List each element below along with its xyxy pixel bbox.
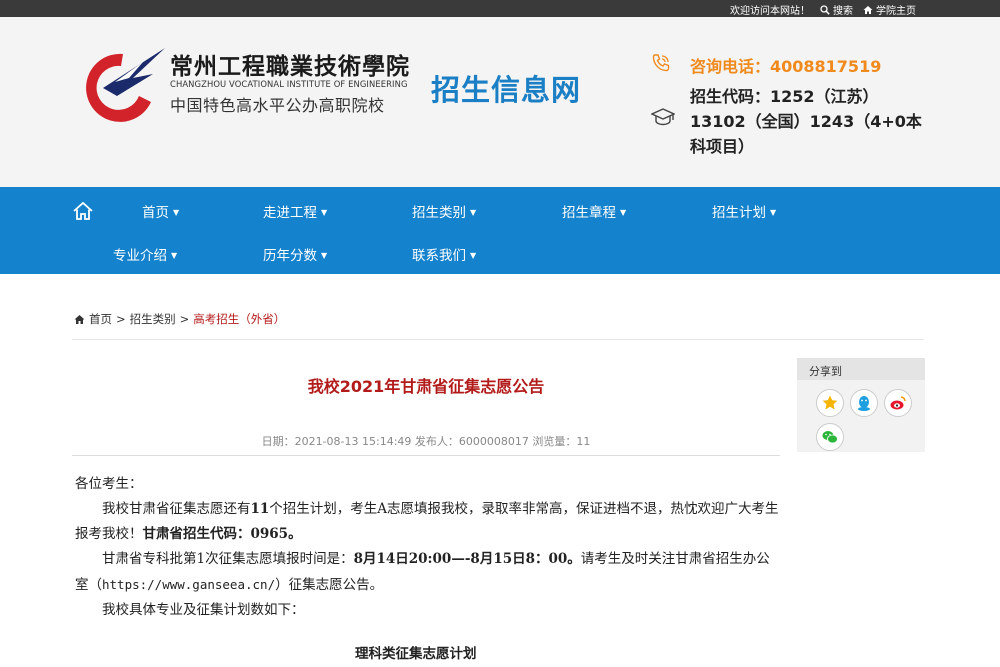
share-box: 分享到 bbox=[797, 358, 925, 452]
nav-item-majors[interactable]: 专业介绍 ▼ bbox=[113, 244, 177, 264]
paragraph-text: 我校甘肃省征集志愿还有 bbox=[102, 501, 251, 517]
main-nav: 首页 ▼ 走进工程 ▼ 招生类别 ▼ 招生章程 ▼ 招生计划 ▼ 专业介绍 ▼ … bbox=[0, 187, 1000, 274]
breadcrumb-admission-types[interactable]: 招生类别 bbox=[130, 311, 176, 327]
phone-icon bbox=[652, 54, 670, 72]
school-logo-icon[interactable] bbox=[73, 44, 168, 122]
nav-item-label: 首页 bbox=[142, 205, 169, 221]
qq-icon bbox=[858, 396, 870, 411]
chevron-down-icon: ▼ bbox=[171, 250, 178, 260]
share-header: 分享到 bbox=[797, 358, 925, 380]
application-time: 8月14日20:00—-8月15日8：00。 bbox=[353, 551, 581, 567]
paragraph-text: ）征集志愿公告。 bbox=[275, 577, 384, 593]
search-icon bbox=[820, 4, 830, 15]
school-home-link[interactable]: 学院主页 bbox=[863, 2, 916, 17]
search-link-label: 搜索 bbox=[833, 6, 853, 17]
breadcrumb-separator: > bbox=[116, 312, 126, 326]
breadcrumb-separator: > bbox=[179, 312, 190, 326]
breadcrumb-divider bbox=[72, 339, 924, 340]
article-paragraph-3: 我校具体专业及征集计划数如下： bbox=[102, 602, 305, 618]
nav-item-admission-rules[interactable]: 招生章程 ▼ bbox=[562, 201, 626, 221]
site-header: 常州工程職業技術學院 CHANGZHOU VOCATIONAL INSTITUT… bbox=[0, 17, 1000, 187]
article-meta-divider bbox=[72, 455, 780, 456]
nav-item-past-scores[interactable]: 历年分数 ▼ bbox=[263, 244, 327, 264]
nav-item-label: 专业介绍 bbox=[113, 248, 167, 264]
chevron-down-icon: ▼ bbox=[470, 250, 477, 260]
wechat-icon bbox=[822, 431, 838, 444]
nav-item-about[interactable]: 走进工程 ▼ bbox=[263, 201, 327, 221]
home-icon bbox=[863, 5, 873, 14]
nav-item-label: 联系我们 bbox=[412, 248, 466, 264]
chevron-down-icon: ▼ bbox=[470, 207, 477, 217]
top-utility-bar: 欢迎访问本网站！ 搜索 学院主页 bbox=[0, 0, 1000, 17]
nav-item-label: 走进工程 bbox=[263, 205, 317, 221]
nav-item-label: 招生类别 bbox=[412, 205, 466, 221]
article-body: 各位考生： 我校甘肃省征集志愿还有11个招生计划，考生A志愿填报我校，录取率非常… bbox=[75, 472, 780, 662]
gansu-enroll-code: 甘肃省招生代码：0965。 bbox=[142, 526, 302, 542]
plan-table-title: 理科类征集志愿计划 bbox=[355, 646, 477, 662]
nav-home-icon[interactable] bbox=[72, 200, 94, 222]
share-qzone-button[interactable] bbox=[816, 389, 844, 417]
article-title: 我校2021年甘肃省征集志愿公告 bbox=[307, 377, 545, 396]
nav-item-label: 招生计划 bbox=[712, 205, 766, 221]
nav-item-label: 历年分数 bbox=[263, 248, 317, 264]
nav-item-admission-plan[interactable]: 招生计划 ▼ bbox=[712, 201, 776, 221]
welcome-text: 欢迎访问本网站！ bbox=[730, 6, 810, 17]
breadcrumb-current[interactable]: 高考招生（外省） bbox=[193, 311, 285, 327]
school-tagline: 中国特色高水平公办高职院校 bbox=[170, 96, 385, 115]
nav-item-home[interactable]: 首页 ▼ bbox=[142, 201, 179, 221]
chevron-down-icon: ▼ bbox=[321, 250, 328, 260]
chevron-down-icon: ▼ bbox=[770, 207, 777, 217]
nav-item-contact[interactable]: 联系我们 ▼ bbox=[412, 244, 476, 264]
breadcrumb: 首页 > 招生类别 > 高考招生（外省） bbox=[74, 311, 285, 327]
graduation-cap-icon bbox=[651, 108, 675, 126]
plan-count: 11 bbox=[250, 501, 270, 517]
share-wechat-button[interactable] bbox=[816, 423, 844, 451]
breadcrumb-home[interactable]: 首页 bbox=[89, 311, 112, 327]
article-meta: 日期：2021-08-13 15:14:49 发布人：6000008017 浏览… bbox=[261, 435, 591, 448]
nav-item-admission-types[interactable]: 招生类别 ▼ bbox=[412, 201, 476, 221]
weibo-icon bbox=[890, 396, 906, 410]
search-link[interactable]: 搜索 bbox=[820, 2, 853, 17]
chevron-down-icon: ▼ bbox=[620, 207, 627, 217]
ganseea-link[interactable]: https://www.ganseea.cn/ bbox=[102, 577, 275, 592]
paragraph-text: 甘肃省专科批第1次征集志愿填报时间是： bbox=[102, 551, 354, 567]
top-utility-links: 欢迎访问本网站！ 搜索 学院主页 bbox=[730, 2, 916, 17]
nav-item-label: 招生章程 bbox=[562, 205, 616, 221]
consult-phone: 咨询电话：4008817519 bbox=[690, 57, 882, 76]
article-greeting: 各位考生： bbox=[75, 476, 143, 492]
article-paragraph-2: 甘肃省专科批第1次征集志愿填报时间是：8月14日20:00—-8月15日8：00… bbox=[75, 547, 780, 598]
site-title: 招生信息网 bbox=[431, 73, 582, 107]
star-icon bbox=[822, 395, 838, 410]
school-home-label: 学院主页 bbox=[876, 6, 916, 17]
school-name-en: CHANGZHOU VOCATIONAL INSTITUTE OF ENGINE… bbox=[170, 79, 408, 89]
home-icon bbox=[74, 314, 85, 324]
article-paragraph-1: 我校甘肃省征集志愿还有11个招生计划，考生A志愿填报我校，录取率非常高，保证进档… bbox=[75, 497, 780, 547]
share-label: 分享到 bbox=[809, 365, 842, 378]
chevron-down-icon: ▼ bbox=[321, 207, 328, 217]
enroll-code: 招生代码：1252（江苏）13102（全国）1243（4+0本科项目） bbox=[690, 87, 922, 156]
school-name-cn: 常州工程職業技術學院 bbox=[170, 53, 410, 80]
chevron-down-icon: ▼ bbox=[173, 207, 180, 217]
share-qq-button[interactable] bbox=[850, 389, 878, 417]
share-weibo-button[interactable] bbox=[884, 389, 912, 417]
